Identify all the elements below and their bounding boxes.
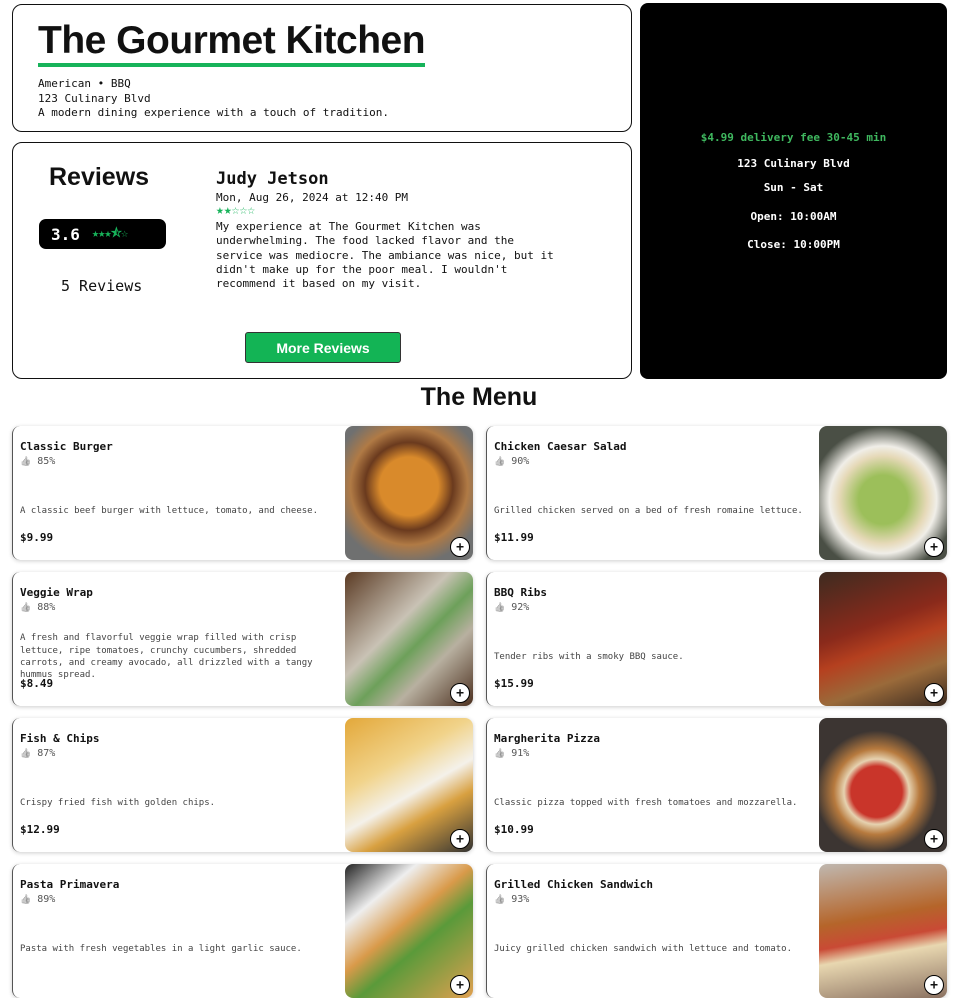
delivery-fee: $4.99 delivery fee 30-45 min (700, 131, 887, 144)
add-to-cart-button[interactable]: + (924, 829, 944, 849)
thumbs-up-icon: 👍 (20, 749, 32, 759)
item-name: Fish & Chips (20, 732, 100, 745)
add-to-cart-button[interactable]: + (450, 829, 470, 849)
like-percent: 91% (511, 748, 530, 759)
like-rating: 👍 88% (20, 602, 55, 613)
item-name: Pasta Primavera (20, 878, 120, 891)
thumbs-up-icon: 👍 (494, 749, 506, 759)
like-percent: 90% (511, 456, 530, 467)
menu-heading: The Menu (420, 383, 538, 411)
add-to-cart-button[interactable]: + (924, 683, 944, 703)
item-description: Tender ribs with a smoky BBQ sauce. (494, 632, 804, 682)
item-name: Veggie Wrap (20, 586, 93, 599)
like-percent: 92% (511, 602, 530, 613)
thumbs-up-icon: 👍 (20, 895, 32, 905)
item-description-text: Crispy fried fish with golden chips. (20, 797, 216, 808)
menu-item-card[interactable]: Margherita Pizza 👍 91% Classic pizza top… (486, 718, 947, 852)
add-to-cart-button[interactable]: + (450, 683, 470, 703)
menu-item-card[interactable]: Classic Burger 👍 85% A classic beef burg… (12, 426, 473, 560)
like-percent: 88% (37, 602, 56, 613)
review-date: Mon, Aug 26, 2024 at 12:40 PM (216, 191, 409, 204)
address: 123 Culinary Blvd (38, 91, 151, 105)
item-description: A fresh and flavorful veggie wrap filled… (20, 632, 330, 682)
restaurant-info-card: The Gourmet Kitchen American • BBQ 123 C… (12, 4, 632, 132)
item-name: BBQ Ribs (494, 586, 547, 599)
item-description-text: Pasta with fresh vegetables in a light g… (20, 943, 302, 954)
like-rating: 👍 90% (494, 456, 529, 467)
menu-item-card[interactable]: BBQ Ribs 👍 92% Tender ribs with a smoky … (486, 572, 947, 706)
item-price: $15.99 (494, 677, 534, 690)
menu-item-card[interactable]: Pasta Primavera 👍 89% Pasta with fresh v… (12, 864, 473, 998)
like-percent: 85% (37, 456, 56, 467)
item-description-text: A fresh and flavorful veggie wrap filled… (20, 633, 313, 681)
item-name: Margherita Pizza (494, 732, 600, 745)
item-description: Grilled chicken served on a bed of fresh… (494, 486, 804, 536)
add-to-cart-button[interactable]: + (450, 537, 470, 557)
like-percent: 89% (37, 894, 56, 905)
item-name: Chicken Caesar Salad (494, 440, 627, 453)
menu-item-card[interactable]: Chicken Caesar Salad 👍 90% Grilled chick… (486, 426, 947, 560)
more-reviews-button[interactable]: More Reviews (245, 332, 401, 363)
item-price: $9.99 (20, 531, 54, 544)
thumbs-up-icon: 👍 (494, 603, 506, 613)
menu-item-card[interactable]: Grilled Chicken Sandwich 👍 93% Juicy gri… (486, 864, 947, 998)
item-description: Classic pizza topped with fresh tomatoes… (494, 778, 804, 828)
thumbs-up-icon: 👍 (494, 457, 506, 467)
item-description-text: A classic beef burger with lettuce, toma… (20, 505, 319, 516)
item-price: $10.99 (494, 823, 534, 836)
add-to-cart-button[interactable]: + (924, 975, 944, 995)
add-to-cart-button[interactable]: + (450, 975, 470, 995)
menu-item-card[interactable]: Veggie Wrap 👍 88% A fresh and flavorful … (12, 572, 473, 706)
item-description-text: Grilled chicken served on a bed of fresh… (494, 505, 803, 516)
cuisine: American • BBQ (38, 77, 131, 90)
item-price: $12.99 (20, 823, 60, 836)
like-percent: 93% (511, 894, 530, 905)
review-count: 5 Reviews (61, 277, 143, 295)
item-price: $11.99 (494, 531, 534, 544)
thumbs-up-icon: 👍 (494, 895, 506, 905)
open-days: Sun - Sat (763, 181, 824, 194)
item-description: Crispy fried fish with golden chips. (20, 778, 330, 828)
like-rating: 👍 92% (494, 602, 529, 613)
item-description: A classic beef burger with lettuce, toma… (20, 486, 330, 536)
menu-item-card[interactable]: Fish & Chips 👍 87% Crispy fried fish wit… (12, 718, 473, 852)
rating-value: 3.6 (51, 224, 80, 244)
item-description-text: Classic pizza topped with fresh tomatoes… (494, 797, 798, 808)
item-name: Grilled Chicken Sandwich (494, 878, 653, 891)
like-rating: 👍 93% (494, 894, 529, 905)
reviews-heading: Reviews (49, 163, 150, 191)
close-time: Close: 10:00PM (747, 238, 840, 251)
review-stars-icon: ★★☆☆☆ (216, 203, 256, 218)
rating-badge: 3.6 ★★★⯪☆ (39, 219, 166, 249)
sidebar-address: 123 Culinary Blvd (737, 157, 850, 170)
tagline: A modern dining experience with a touch … (38, 106, 389, 119)
item-description-text: Tender ribs with a smoky BBQ sauce. (494, 651, 684, 662)
reviews-card: Reviews 3.6 ★★★⯪☆ 5 Reviews Judy Jetson … (12, 142, 632, 379)
restaurant-title: The Gourmet Kitchen (38, 19, 426, 67)
open-time: Open: 10:00AM (750, 210, 837, 223)
item-description: Juicy grilled chicken sandwich with lett… (494, 924, 804, 974)
item-price: $8.49 (20, 677, 54, 690)
item-description-text: Juicy grilled chicken sandwich with lett… (494, 943, 793, 954)
thumbs-up-icon: 👍 (20, 603, 32, 613)
like-rating: 👍 91% (494, 748, 529, 759)
like-rating: 👍 87% (20, 748, 55, 759)
item-name: Classic Burger (20, 440, 113, 453)
star-rating-icon: ★★★⯪☆ (91, 225, 128, 240)
featured-review: Judy Jetson Mon, Aug 26, 2024 at 12:40 P… (216, 169, 561, 291)
like-rating: 👍 89% (20, 894, 55, 905)
item-description: Pasta with fresh vegetables in a light g… (20, 924, 330, 974)
delivery-info-panel: $4.99 delivery fee 30-45 min 123 Culinar… (640, 3, 947, 379)
add-to-cart-button[interactable]: + (924, 537, 944, 557)
review-author: Judy Jetson (216, 169, 329, 189)
like-percent: 87% (37, 748, 56, 759)
like-rating: 👍 85% (20, 456, 55, 467)
review-text: My experience at The Gourmet Kitchen was… (216, 220, 554, 291)
thumbs-up-icon: 👍 (20, 457, 32, 467)
